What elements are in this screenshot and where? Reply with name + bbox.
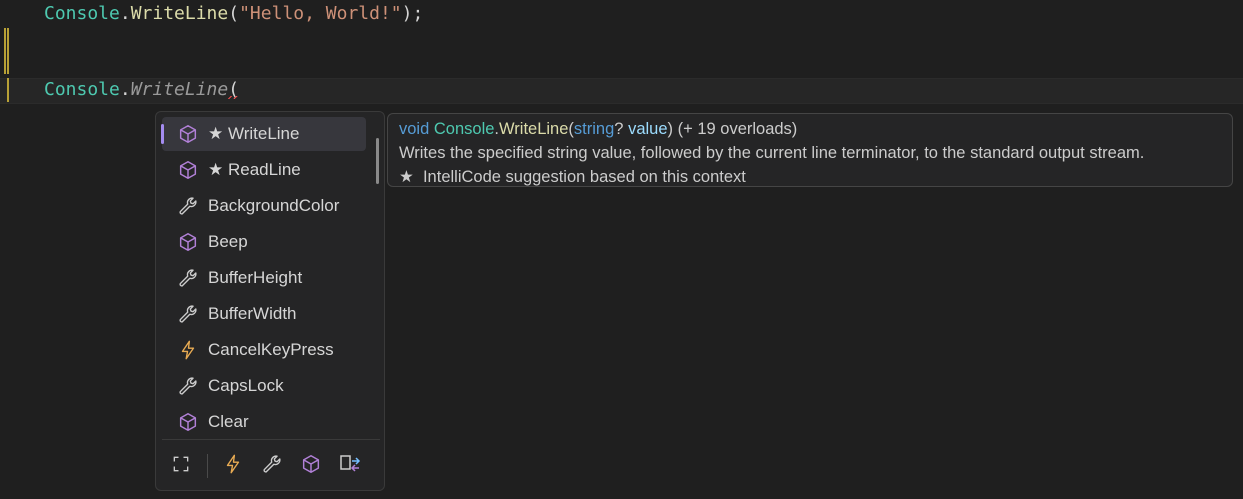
star-icon: ★ <box>399 168 414 186</box>
signature-method: WriteLine <box>499 120 569 138</box>
completion-item-label: Beep <box>208 232 248 251</box>
wrench-icon <box>176 302 200 326</box>
wrench-icon <box>176 266 200 290</box>
completion-item-backgroundcolor[interactable]: BackgroundColor <box>162 189 366 223</box>
completion-item-label: Clear <box>208 412 249 431</box>
completion-item-bufferheight[interactable]: BufferHeight <box>162 261 366 295</box>
gutter-change-marker <box>4 78 9 102</box>
completion-list[interactable]: ★ WriteLine ★ ReadLine BackgroundColor B… <box>155 111 385 491</box>
error-squiggle <box>228 96 240 99</box>
completion-item-cancelkeypress[interactable]: CancelKeyPress <box>162 333 366 367</box>
method-cube-icon <box>176 230 200 254</box>
code-token-dot: . <box>119 3 131 24</box>
signature-param-type: string <box>573 120 615 138</box>
signature-line: void Console.WriteLine(string? value) (+… <box>399 117 1232 141</box>
quick-info-tooltip: void Console.WriteLine(string? value) (+… <box>387 113 1233 187</box>
completion-item-label: ★ ReadLine <box>208 160 301 179</box>
wrench-icon <box>261 453 283 480</box>
filter-divider <box>207 454 208 478</box>
signature-type: Console <box>433 120 495 138</box>
intellicode-text: IntelliCode suggestion based on this con… <box>422 168 746 186</box>
method-cube-icon <box>176 122 200 146</box>
method-cube-icon <box>176 158 200 182</box>
signature-nullable: ? <box>614 120 624 138</box>
lightning-icon <box>176 338 200 362</box>
signature-overloads: (+ 19 overloads) <box>677 120 798 138</box>
keyword-void: void <box>399 120 430 138</box>
wrench-icon <box>176 194 200 218</box>
code-line-1[interactable]: Console.WriteLine("Hello, World!"); <box>44 1 423 27</box>
completion-item-label: ★ WriteLine <box>208 124 300 143</box>
code-token-dot: . <box>119 79 131 100</box>
code-token-paren: ( <box>228 3 240 24</box>
method-cube-icon <box>176 410 200 434</box>
tooltip-description: Writes the specified string value, follo… <box>399 144 1145 162</box>
completion-item-clear[interactable]: Clear <box>162 405 366 439</box>
completion-item-readline[interactable]: ★ ReadLine <box>162 153 366 187</box>
event-filter-button[interactable] <box>219 452 247 480</box>
expand-icon <box>171 454 191 479</box>
signature-param-name: value <box>628 120 668 138</box>
code-editor[interactable]: Console.WriteLine("Hello, World!"); Cons… <box>0 0 1243 499</box>
completion-item-label: BufferWidth <box>208 304 297 323</box>
code-token-method: WriteLine <box>130 3 229 24</box>
completion-item-label: BackgroundColor <box>208 196 340 215</box>
completion-item-label: BufferHeight <box>208 268 303 287</box>
property-filter-button[interactable] <box>258 452 286 480</box>
ghost-completion-text: WriteLine <box>130 79 229 100</box>
completion-item-beep[interactable]: Beep <box>162 225 366 259</box>
completion-item-label: CapsLock <box>208 376 284 395</box>
extension-method-filter-button[interactable] <box>336 452 364 480</box>
method-filter-button[interactable] <box>297 452 325 480</box>
wrench-icon <box>176 374 200 398</box>
completion-item-capslock[interactable]: CapsLock <box>162 369 366 403</box>
code-line-3[interactable]: Console.WriteLine( <box>44 77 240 103</box>
expand-filter-button[interactable] <box>167 452 195 480</box>
completion-item-label: CancelKeyPress <box>208 340 334 359</box>
code-token-type: Console <box>44 79 120 100</box>
code-token-string: "Hello, World!" <box>239 3 402 24</box>
completion-scrollbar[interactable] <box>376 138 379 184</box>
completion-footer-divider <box>162 439 380 440</box>
method-cube-icon <box>300 453 322 480</box>
code-token-close: ); <box>401 3 424 24</box>
code-token-paren: ( <box>228 79 240 100</box>
signature-close-paren: ) <box>667 120 674 138</box>
lightning-icon <box>222 453 244 480</box>
intellicode-line: ★ IntelliCode suggestion based on this c… <box>399 165 1232 189</box>
completion-item-writeline[interactable]: ★ WriteLine <box>161 117 366 151</box>
gutter-change-marker <box>4 28 9 74</box>
code-token-type: Console <box>44 3 120 24</box>
selection-indicator <box>161 124 164 144</box>
completion-item-bufferwidth[interactable]: BufferWidth <box>162 297 366 331</box>
extension-method-icon <box>338 452 362 481</box>
